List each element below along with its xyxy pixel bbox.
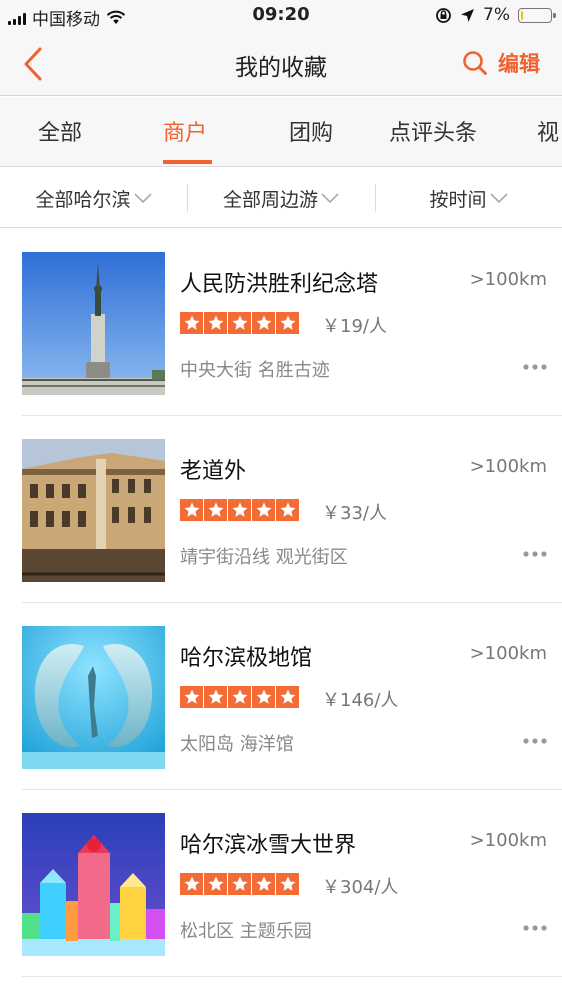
tab-all[interactable]: 全部 <box>38 115 82 147</box>
star-icon <box>252 499 275 521</box>
list-item[interactable]: 哈尔滨极地馆 >100km ￥146/人 太阳岛 海洋馆 <box>0 603 562 790</box>
location-tags: 靖宇街沿线 观光街区 <box>180 547 348 568</box>
filter-category[interactable]: 全部周边游 <box>187 168 375 228</box>
star-icon <box>276 686 299 708</box>
chevron-down-icon <box>321 193 339 203</box>
location-icon <box>461 8 475 22</box>
list-item[interactable]: 老道外 >100km ￥33/人 靖宇街沿线 观光街区 <box>0 416 562 603</box>
price-label: ￥19/人 <box>322 316 387 337</box>
star-icon <box>252 686 275 708</box>
distance-label: >100km <box>469 456 547 477</box>
rating-stars <box>180 873 299 895</box>
row-divider <box>22 976 562 977</box>
merchant-name: 人民防洪胜利纪念塔 <box>180 272 379 297</box>
star-icon <box>180 312 203 334</box>
orientation-lock-icon <box>436 7 451 23</box>
location-tags: 中央大街 名胜古迹 <box>180 360 330 381</box>
more-options-icon[interactable] <box>522 363 548 371</box>
filter-city[interactable]: 全部哈尔滨 <box>0 168 187 228</box>
more-options-icon[interactable] <box>522 737 548 745</box>
tab-review-headlines[interactable]: 点评头条 <box>389 115 477 147</box>
status-bar-right: 7% <box>435 5 556 25</box>
monument-photo <box>22 252 165 395</box>
old-street-photo <box>22 439 165 582</box>
list-item[interactable]: 哈尔滨冰雪大世界 >100km ￥304/人 松北区 主题乐园 <box>0 790 562 977</box>
chevron-down-icon <box>133 193 152 203</box>
star-icon <box>228 873 251 895</box>
nav-actions: 编辑 <box>462 48 540 78</box>
more-options-icon[interactable] <box>522 924 548 932</box>
ice-festival-photo <box>22 813 165 956</box>
tab-video[interactable]: 视 <box>537 115 559 147</box>
edit-button[interactable]: 编辑 <box>498 48 540 78</box>
star-icon <box>204 873 227 895</box>
filter-sort[interactable]: 按时间 <box>375 168 562 228</box>
tab-group-buy[interactable]: 团购 <box>289 115 333 147</box>
star-icon <box>204 686 227 708</box>
chevron-down-icon <box>489 193 508 203</box>
price-label: ￥304/人 <box>322 877 399 898</box>
rating-stars <box>180 686 299 708</box>
search-icon[interactable] <box>462 50 488 76</box>
star-icon <box>228 312 251 334</box>
filter-category-label: 全部周边游 <box>222 188 318 211</box>
battery-percent: 7% <box>483 5 510 25</box>
star-icon <box>228 686 251 708</box>
star-icon <box>252 873 275 895</box>
rating-stars <box>180 499 299 521</box>
star-icon <box>276 312 299 334</box>
battery-fill <box>521 10 523 20</box>
star-icon <box>276 499 299 521</box>
filter-city-label: 全部哈尔滨 <box>35 188 131 211</box>
location-tags: 太阳岛 海洋馆 <box>180 734 294 755</box>
star-icon <box>252 312 275 334</box>
distance-label: >100km <box>469 643 547 664</box>
distance-label: >100km <box>469 269 547 290</box>
price-label: ￥33/人 <box>322 503 387 524</box>
star-icon <box>204 499 227 521</box>
status-bar: 中国移动 09:20 7% <box>0 0 562 32</box>
price-label: ￥146/人 <box>322 690 399 711</box>
star-icon <box>204 312 227 334</box>
star-icon <box>180 686 203 708</box>
star-icon <box>228 499 251 521</box>
merchant-name: 哈尔滨极地馆 <box>180 646 313 671</box>
list-item[interactable]: 人民防洪胜利纪念塔 >100km ￥19/人 中央大街 名胜古迹 <box>0 229 562 416</box>
merchant-name: 老道外 <box>180 459 247 484</box>
distance-label: >100km <box>469 830 547 851</box>
filter-sort-label: 按时间 <box>429 188 487 211</box>
merchant-name: 哈尔滨冰雪大世界 <box>180 833 357 858</box>
star-icon <box>276 873 299 895</box>
aquarium-photo <box>22 626 165 769</box>
star-icon <box>180 499 203 521</box>
battery-icon <box>518 7 556 23</box>
active-tab-indicator <box>163 160 212 164</box>
category-tabs: 全部 商户 团购 点评头条 视 <box>0 97 562 167</box>
star-icon <box>180 873 203 895</box>
filter-bar: 全部哈尔滨 全部周边游 按时间 <box>0 168 562 228</box>
more-options-icon[interactable] <box>522 550 548 558</box>
rating-stars <box>180 312 299 334</box>
navigation-bar: 我的收藏 编辑 <box>0 32 562 96</box>
location-tags: 松北区 主题乐园 <box>180 921 312 942</box>
tab-merchants[interactable]: 商户 <box>163 115 207 147</box>
